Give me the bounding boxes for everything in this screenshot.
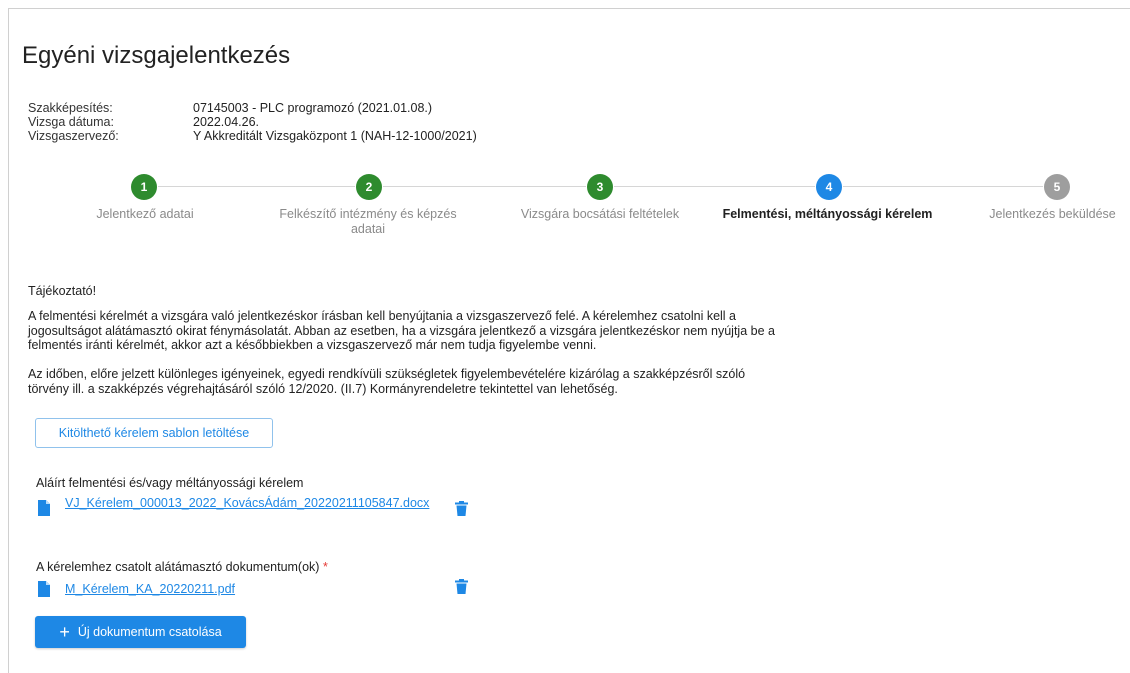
step-connector (843, 186, 1043, 187)
required-marker: * (322, 560, 328, 574)
file-icon (38, 500, 50, 516)
notice-heading: Tájékoztató! (28, 284, 97, 298)
download-template-button[interactable]: Kitölthető kérelem sablon letöltése (35, 418, 273, 448)
step-connector (158, 186, 355, 187)
info-value: Y Akkreditált Vizsgaközpont 1 (NAH-12-10… (193, 129, 477, 143)
info-row-exam-date: Vizsga dátuma: 2022.04.26. (28, 115, 477, 129)
supporting-docs-label: A kérelemhez csatolt alátámasztó dokumen… (36, 560, 328, 574)
exam-info: Szakképesítés: 07145003 - PLC programozó… (28, 101, 477, 143)
signed-request-label: Aláírt felmentési és/vagy méltányossági … (36, 476, 304, 490)
plus-icon: + (59, 622, 70, 642)
progress-stepper: 1 Jelentkező adatai 2 Felkészítő intézmé… (0, 173, 1130, 243)
trash-icon[interactable] (455, 579, 468, 594)
notice-paragraph: A felmentési kérelmét a vizsgára való je… (28, 309, 775, 352)
step-connector (614, 186, 815, 187)
step-5-indicator[interactable]: 5 (1044, 174, 1070, 200)
attach-document-label: Új dokumentum csatolása (77, 625, 222, 639)
info-row-qualification: Szakképesítés: 07145003 - PLC programozó… (28, 101, 477, 115)
step-4-label[interactable]: Felmentési, méltányossági kérelem (705, 207, 950, 222)
page-title: Egyéni vizsgajelentkezés (22, 42, 291, 69)
supporting-docs-label-text: A kérelemhez csatolt alátámasztó dokumen… (36, 560, 320, 574)
info-key: Szakképesítés: (28, 101, 113, 115)
step-connector (383, 186, 586, 187)
signed-request-file-link[interactable]: VJ_Kérelem_000013_2022_KovácsÁdám_202202… (65, 496, 455, 511)
step-1-label[interactable]: Jelentkező adatai (65, 207, 225, 222)
step-1-indicator[interactable]: 1 (131, 174, 157, 200)
attach-document-button[interactable]: + Új dokumentum csatolása (35, 616, 246, 648)
step-3-label[interactable]: Vizsgára bocsátási feltételek (495, 207, 705, 222)
file-icon (38, 581, 50, 597)
info-row-organizer: Vizsgaszervező: Y Akkreditált Vizsgaközp… (28, 129, 477, 143)
step-4-indicator[interactable]: 4 (816, 174, 842, 200)
step-2-label[interactable]: Felkészítő intézmény és képzés adatai (268, 207, 468, 237)
info-key: Vizsgaszervező: (28, 129, 119, 143)
step-3-indicator[interactable]: 3 (587, 174, 613, 200)
step-5-label[interactable]: Jelentkezés beküldése (975, 207, 1130, 222)
info-value: 07145003 - PLC programozó (2021.01.08.) (193, 101, 433, 115)
info-key: Vizsga dátuma: (28, 115, 114, 129)
trash-icon[interactable] (455, 501, 468, 516)
notice-paragraph: Az időben, előre jelzett különleges igén… (28, 367, 746, 396)
supporting-doc-file-link[interactable]: M_Kérelem_KA_20220211.pdf (65, 582, 455, 597)
info-value: 2022.04.26. (193, 115, 260, 129)
step-2-indicator[interactable]: 2 (356, 174, 382, 200)
